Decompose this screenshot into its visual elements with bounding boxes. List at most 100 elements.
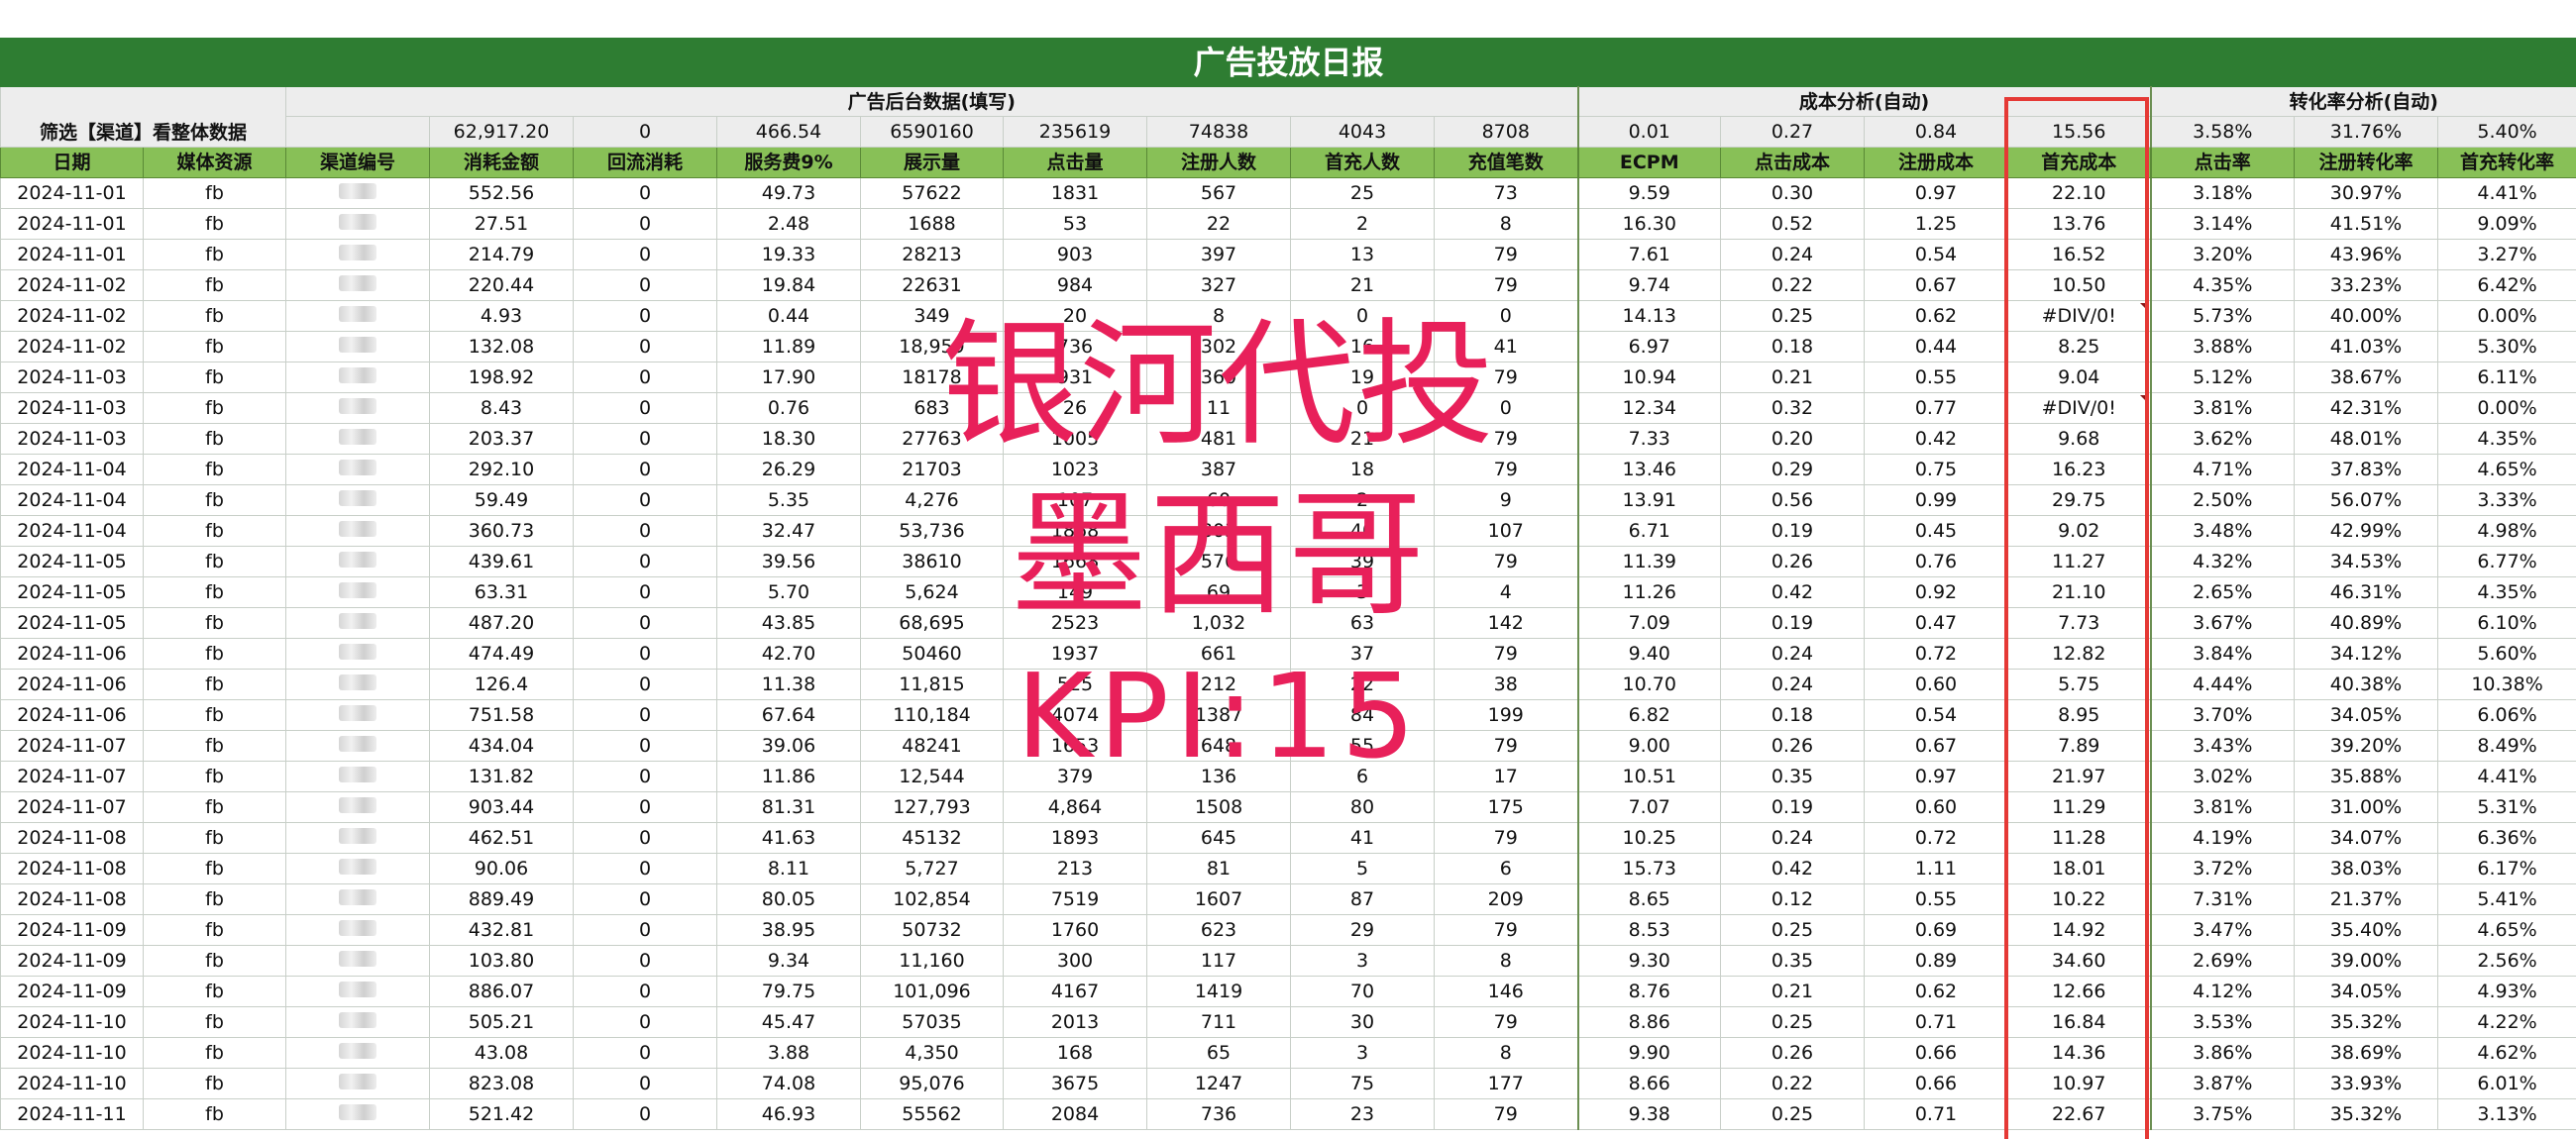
table-cell[interactable]: 79 [1434, 239, 1578, 270]
table-cell[interactable]: 3.86% [2149, 1037, 2295, 1069]
table-cell[interactable]: 63.31 [429, 576, 574, 608]
table-cell[interactable]: 0 [1434, 392, 1578, 424]
table-cell[interactable]: 2 [1290, 208, 1435, 240]
table-cell[interactable]: fb [143, 423, 286, 455]
table-cell[interactable]: 18.30 [716, 423, 861, 455]
table-cell[interactable]: 0.21 [1720, 976, 1865, 1007]
table-cell[interactable]: 8 [1434, 208, 1578, 240]
table-cell[interactable]: 2024-11-06 [0, 699, 144, 731]
table-cell[interactable]: 203.37 [429, 423, 574, 455]
table-cell[interactable]: 27763 [860, 423, 1004, 455]
table-cell[interactable]: 17 [1434, 761, 1578, 792]
table-cell[interactable]: 0.44 [716, 300, 861, 332]
table-cell[interactable]: 2024-11-08 [0, 822, 144, 854]
table-cell[interactable]: 136 [1146, 761, 1291, 792]
table-cell[interactable]: 48.01% [2294, 423, 2438, 455]
table-cell[interactable]: 9.59 [1576, 177, 1721, 209]
table-cell[interactable]: 45132 [860, 822, 1004, 854]
table-cell[interactable]: 13.46 [1576, 454, 1721, 485]
table-cell[interactable]: 1831 [1003, 177, 1147, 209]
column-header[interactable]: 媒体资源 [143, 147, 286, 178]
table-cell[interactable]: 3.43% [2149, 730, 2295, 762]
table-cell[interactable]: 30 [1290, 1006, 1435, 1038]
table-cell[interactable]: 2.56% [2436, 945, 2576, 977]
table-cell[interactable]: 19.84 [716, 269, 861, 301]
table-cell[interactable]: 87 [1290, 883, 1435, 915]
table-cell[interactable]: 4,276 [860, 484, 1004, 516]
channel-id-cell-redacted[interactable] [285, 300, 430, 332]
table-cell[interactable]: 2.69% [2149, 945, 2295, 977]
table-cell[interactable]: fb [143, 914, 286, 946]
table-cell[interactable]: 11,815 [860, 669, 1004, 700]
table-cell[interactable]: 2024-11-01 [0, 239, 144, 270]
table-cell[interactable]: 0 [573, 362, 717, 393]
table-cell[interactable]: 2024-11-01 [0, 177, 144, 209]
table-cell[interactable]: 8.11 [716, 853, 861, 884]
table-cell[interactable]: 0 [573, 177, 717, 209]
table-cell[interactable]: fb [143, 484, 286, 516]
table-cell[interactable]: 0.67 [1864, 269, 2008, 301]
table-cell[interactable]: 2024-11-04 [0, 454, 144, 485]
table-cell[interactable]: 0.66 [1864, 1068, 2008, 1099]
table-cell[interactable]: 2024-11-09 [0, 945, 144, 977]
table-cell[interactable]: fb [143, 1098, 286, 1130]
table-cell[interactable]: 75 [1290, 1068, 1435, 1099]
table-cell[interactable]: 0 [573, 638, 717, 670]
table-cell[interactable]: 31.00% [2294, 791, 2438, 823]
channel-id-cell-redacted[interactable] [285, 576, 430, 608]
table-cell[interactable]: 1247 [1146, 1068, 1291, 1099]
totals-cell[interactable]: 62,917.20 [429, 116, 574, 148]
table-cell[interactable]: 0.35 [1720, 945, 1865, 977]
table-cell[interactable]: 10.51 [1576, 761, 1721, 792]
table-cell[interactable]: 11.26 [1576, 576, 1721, 608]
table-cell[interactable]: 10.25 [1576, 822, 1721, 854]
table-cell[interactable]: 803 [1146, 515, 1291, 547]
table-cell[interactable]: 1688 [860, 208, 1004, 240]
table-cell[interactable]: 487.20 [429, 607, 574, 639]
totals-cell[interactable]: 0.84 [1864, 116, 2008, 148]
table-cell[interactable]: 2013 [1003, 1006, 1147, 1038]
table-cell[interactable]: 0.47 [1864, 607, 2008, 639]
table-cell[interactable]: 3.62% [2149, 423, 2295, 455]
table-cell[interactable]: 2024-11-03 [0, 362, 144, 393]
table-cell[interactable]: 38 [1434, 669, 1578, 700]
table-cell[interactable]: 11.89 [716, 331, 861, 362]
table-cell[interactable]: 0.24 [1720, 239, 1865, 270]
channel-id-cell-redacted[interactable] [285, 454, 430, 485]
table-cell[interactable]: 3.75% [2149, 1098, 2295, 1130]
table-cell[interactable]: 41 [1434, 331, 1578, 362]
table-cell[interactable]: 327 [1146, 269, 1291, 301]
table-cell[interactable]: fb [143, 976, 286, 1007]
totals-cell[interactable]: 3.58% [2149, 116, 2295, 148]
table-cell[interactable]: 0.25 [1720, 300, 1865, 332]
table-cell[interactable]: 67.64 [716, 699, 861, 731]
table-cell[interactable]: 4167 [1003, 976, 1147, 1007]
channel-id-cell-redacted[interactable] [285, 853, 430, 884]
table-cell[interactable]: 5.60% [2436, 638, 2576, 670]
table-cell[interactable]: 22631 [860, 269, 1004, 301]
table-cell[interactable]: fb [143, 576, 286, 608]
table-cell[interactable]: 1419 [1146, 976, 1291, 1007]
column-header[interactable]: 日期 [0, 147, 144, 178]
table-cell[interactable]: 80.05 [716, 883, 861, 915]
table-cell[interactable]: 1653 [1003, 730, 1147, 762]
table-cell[interactable]: 1005 [1003, 423, 1147, 455]
table-cell[interactable]: 1.11 [1864, 853, 2008, 884]
table-cell[interactable]: 2024-11-02 [0, 300, 144, 332]
table-cell[interactable]: 198.92 [429, 362, 574, 393]
channel-id-cell-redacted[interactable] [285, 730, 430, 762]
table-cell[interactable]: 35.88% [2294, 761, 2438, 792]
table-cell[interactable]: 823.08 [429, 1068, 574, 1099]
table-cell[interactable]: 2024-11-07 [0, 730, 144, 762]
table-cell[interactable]: 42.99% [2294, 515, 2438, 547]
channel-id-cell-redacted[interactable] [285, 1098, 430, 1130]
table-cell[interactable]: 110,184 [860, 699, 1004, 731]
table-cell[interactable]: 2024-11-10 [0, 1068, 144, 1099]
table-cell[interactable]: 18,959 [860, 331, 1004, 362]
table-cell[interactable]: 1023 [1003, 454, 1147, 485]
table-cell[interactable]: 1668 [1003, 546, 1147, 577]
table-cell[interactable]: 0 [573, 546, 717, 577]
table-cell[interactable]: 683 [860, 392, 1004, 424]
table-cell[interactable]: 736 [1146, 1098, 1291, 1130]
channel-id-cell-redacted[interactable] [285, 945, 430, 977]
